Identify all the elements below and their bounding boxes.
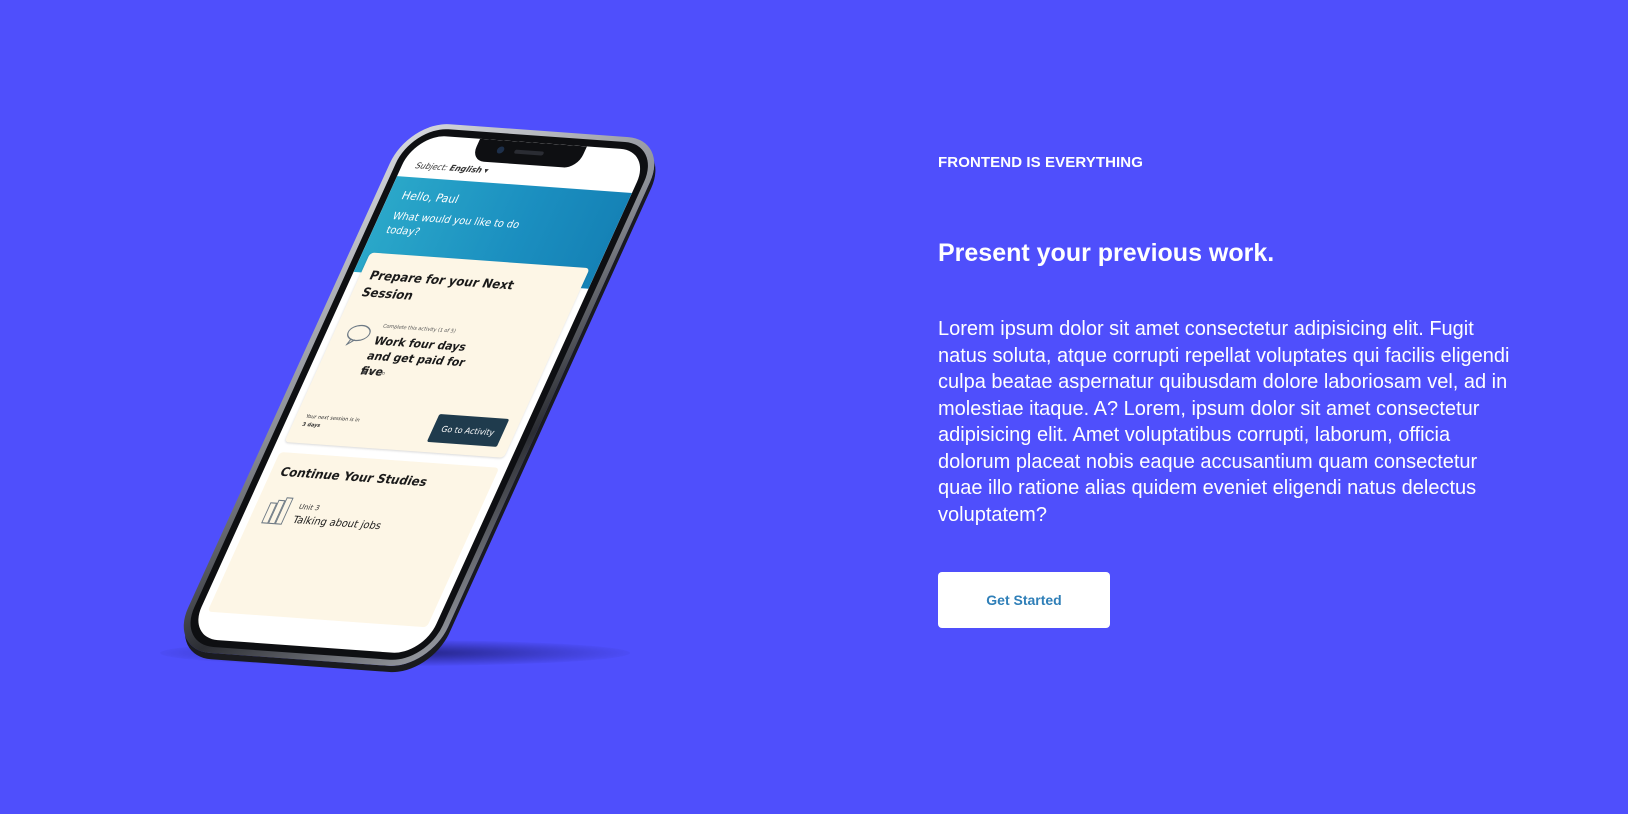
hero-kicker: FRONTEND IS EVERYTHING — [938, 154, 1143, 171]
unit-title: Talking about jobs — [290, 514, 384, 533]
phone-mockup: Subject: English ▾ Hello, Paul What woul… — [168, 120, 670, 669]
camera-icon — [495, 146, 506, 154]
subject-selector: Subject: English ▾ — [414, 161, 490, 175]
hero-headline: Present your previous work. — [938, 239, 1275, 267]
next-session-info: Your next session is in 3 days — [300, 413, 361, 433]
next-session-days: 3 days — [300, 421, 322, 429]
go-to-activity-button[interactable]: Go to Activity — [426, 413, 510, 447]
speech-bubble-icon — [344, 324, 371, 347]
continue-studies-title: Continue Your Studies — [277, 464, 430, 490]
subject-value: English — [447, 163, 484, 175]
speaker-grille — [513, 149, 545, 156]
hero-body-text: Lorem ipsum dolor sit amet consectetur a… — [938, 318, 1510, 526]
get-started-button[interactable]: Get Started — [938, 572, 1110, 628]
next-session-title: Prepare for your Next Session — [359, 268, 517, 303]
hero-content: FRONTEND IS EVERYTHING Present your prev… — [938, 150, 1518, 628]
subject-label: Subject: — [413, 161, 450, 173]
phone-bezel: Subject: English ▾ Hello, Paul What woul… — [177, 126, 661, 663]
activity-time-value: 10 min — [366, 369, 387, 377]
phone-screen: Subject: English ▾ Hello, Paul What woul… — [187, 134, 651, 655]
activity-meta: Complete this activity (1 of 5) — [381, 323, 457, 335]
dropdown-caret-icon: ▾ — [482, 166, 491, 176]
unit-label: Unit 3 — [297, 502, 322, 513]
hero-section: Subject: English ▾ Hello, Paul What woul… — [0, 0, 1628, 814]
greeting-question: What would you like to do today? — [383, 210, 522, 239]
continue-studies-card: Continue Your Studies Unit 3 Talking abo… — [207, 451, 500, 628]
next-session-card: Prepare for your Next Session Complete t… — [284, 252, 590, 458]
phone-notch — [470, 138, 587, 169]
activity-title: Work four days and get paid for five — [357, 334, 469, 379]
phone-body: Subject: English ▾ Hello, Paul What woul… — [168, 121, 670, 669]
